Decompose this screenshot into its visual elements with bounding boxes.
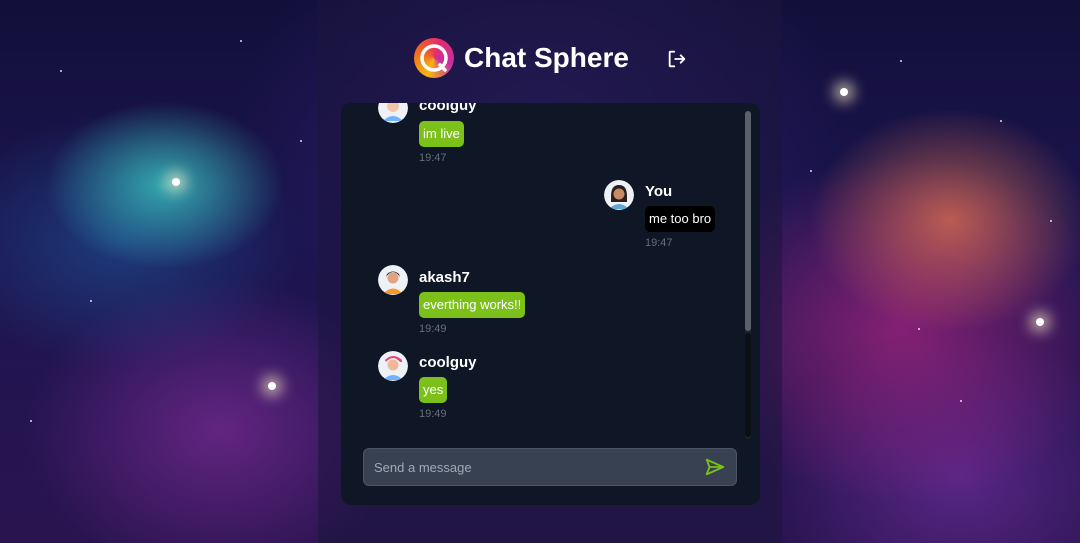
background-star: [30, 420, 32, 422]
background-star: [268, 382, 276, 390]
background-star: [960, 400, 962, 402]
avatar: [378, 265, 408, 295]
message-bubble: yes: [419, 377, 448, 403]
message-username: coolguy: [419, 354, 477, 371]
message-time: 19:47: [419, 152, 447, 164]
background-star: [1050, 220, 1052, 222]
message-bubble: me too bro: [645, 206, 716, 232]
app-header: Chat Sphere: [318, 38, 782, 82]
background-star: [1036, 318, 1044, 326]
background-star: [300, 140, 302, 142]
send-icon[interactable]: [704, 456, 726, 478]
message-username: You: [645, 183, 673, 200]
background-star: [1000, 120, 1002, 122]
scrollbar-track-lower: [745, 333, 751, 437]
avatar: [378, 351, 408, 381]
avatar: [604, 180, 634, 210]
background-star: [172, 178, 180, 186]
message-username: coolguy: [419, 103, 477, 114]
logout-icon[interactable]: [666, 48, 688, 70]
message-list: coolguy im live 19:47 You me too bro 19:…: [341, 103, 741, 439]
message-composer: [363, 448, 737, 486]
background-star: [90, 300, 92, 302]
message-username: akash7: [419, 269, 470, 286]
background-star: [810, 170, 812, 172]
message-bubble: im live: [419, 121, 464, 147]
message-bubble: everthing works!!: [419, 292, 526, 318]
background-star: [840, 88, 848, 96]
background-star: [900, 60, 902, 62]
chat-box: coolguy im live 19:47 You me too bro 19:…: [341, 103, 760, 505]
background-star: [240, 40, 242, 42]
background-star: [60, 70, 62, 72]
message-input[interactable]: [364, 449, 704, 485]
chat-bubble-logo-icon: [414, 38, 454, 78]
avatar: [378, 103, 408, 123]
message-time: 19:49: [419, 323, 447, 335]
background-star: [918, 328, 920, 330]
message-time: 19:49: [419, 408, 447, 420]
message-scrollbar[interactable]: [745, 111, 751, 439]
app-title: Chat Sphere: [464, 42, 629, 73]
scrollbar-thumb[interactable]: [745, 111, 751, 331]
message-time: 19:47: [645, 237, 673, 249]
